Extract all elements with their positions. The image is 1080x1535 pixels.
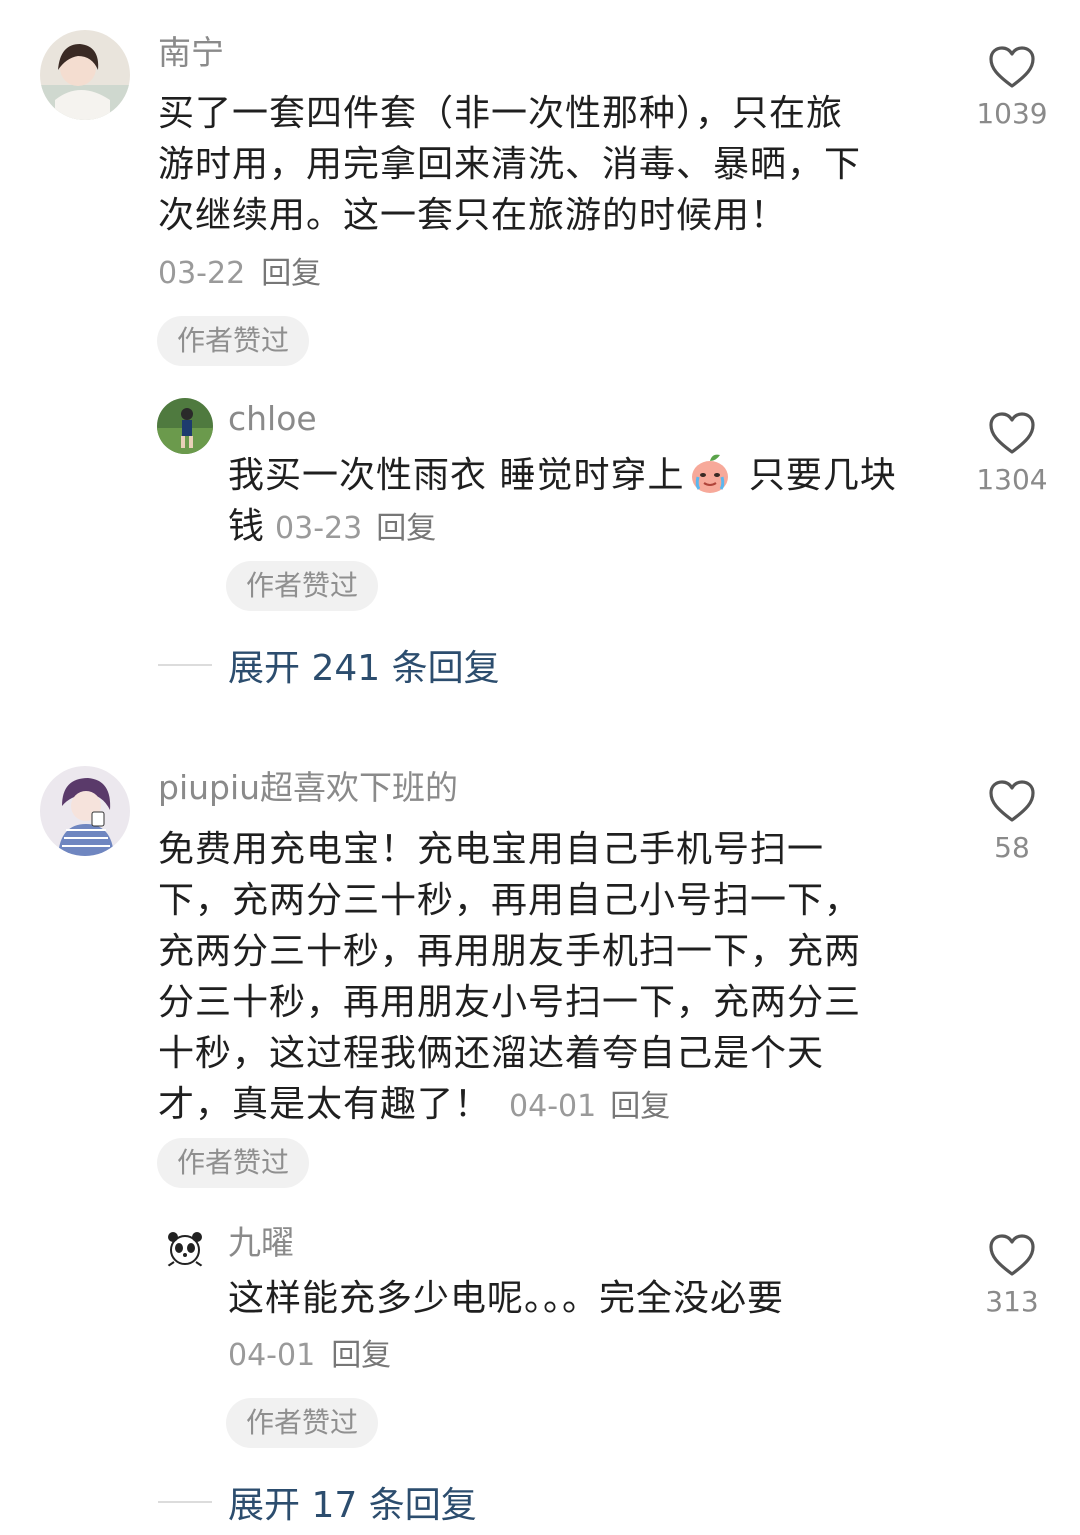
- comment-text-line: 十秒，这过程我俩还溜达着夸自己是个天: [158, 1033, 825, 1074]
- comment-text-line: 分三十秒，再用朋友小号扫一下，充两分三: [158, 982, 862, 1023]
- comment-date: 04-01: [509, 1089, 597, 1124]
- expand-replies-label: 展开 17 条回复: [228, 1485, 477, 1526]
- reply-username[interactable]: chloe: [228, 402, 317, 435]
- reply-text-part: 只要几块: [736, 455, 897, 496]
- like-count: 58: [994, 831, 1030, 864]
- like-button[interactable]: 1039: [952, 44, 1072, 128]
- comment-text-line: 充两分三十秒，再用朋友手机扫一下，充两: [158, 931, 862, 972]
- avatar[interactable]: [157, 398, 213, 454]
- author-liked-badge: 作者赞过: [226, 561, 379, 611]
- author-liked-badge: 作者赞过: [157, 316, 310, 366]
- like-button[interactable]: 313: [952, 1232, 1072, 1316]
- crying-peach-emoji-icon: [692, 454, 729, 493]
- reply-text-line: 这样能充多少电呢。。。完全没必要: [228, 1278, 785, 1319]
- like-count: 1304: [976, 463, 1048, 496]
- divider: [158, 664, 212, 666]
- avatar[interactable]: [160, 1222, 210, 1272]
- comment-text-line: 才，真是太有趣了！: [158, 1084, 492, 1125]
- comment-text: 免费用充电宝！充电宝用自己手机号扫一 下，充两分三十秒，再用自己小号扫一下， 充…: [158, 824, 938, 1132]
- comment-text-line: 买了一套四件套（非一次性那种），只在旅: [158, 93, 844, 134]
- expand-replies-label: 展开 241 条回复: [228, 648, 500, 689]
- reply-button[interactable]: 回复: [261, 256, 321, 291]
- reply-date: 04-01: [228, 1338, 316, 1373]
- reply-text: 我买一次性雨衣 睡觉时穿上 只要几块 钱 03-23 回复: [228, 450, 948, 554]
- comment-meta: 03-22 回复: [158, 259, 321, 289]
- comment-date: 03-22: [158, 256, 246, 291]
- heart-outline-icon: [989, 46, 1035, 88]
- comment-text-line: 下，充两分三十秒，再用自己小号扫一下，: [158, 880, 862, 921]
- comment-text-line: 游时用，用完拿回来清洗、消毒、暴晒，下: [158, 144, 862, 185]
- comment-username[interactable]: piupiu超喜欢下班的: [158, 771, 458, 804]
- expand-replies-button[interactable]: 展开 17 条回复: [158, 1477, 477, 1527]
- like-count: 1039: [976, 97, 1048, 130]
- reply-date: 03-23: [275, 511, 363, 546]
- reply-username[interactable]: 九曜: [228, 1226, 294, 1259]
- comment-list: 南宁 买了一套四件套（非一次性那种），只在旅 游时用，用完拿回来清洗、消毒、暴晒…: [0, 0, 1080, 1535]
- expand-replies-button[interactable]: 展开 241 条回复: [158, 640, 500, 690]
- heart-outline-icon: [989, 412, 1035, 454]
- reply-text-part: 钱: [228, 506, 266, 547]
- comment-username[interactable]: 南宁: [158, 36, 224, 69]
- reply-button[interactable]: 回复: [331, 1338, 391, 1373]
- heart-outline-icon: [989, 780, 1035, 822]
- comment-text: 买了一套四件套（非一次性那种），只在旅 游时用，用完拿回来清洗、消毒、暴晒，下 …: [158, 88, 938, 241]
- comment-text-line: 免费用充电宝！充电宝用自己手机号扫一: [158, 829, 825, 870]
- reply-button[interactable]: 回复: [376, 511, 436, 546]
- reply-text-part: 我买一次性雨衣 睡觉时穿上: [228, 455, 685, 496]
- reply-button[interactable]: 回复: [610, 1089, 670, 1124]
- reply-text: 这样能充多少电呢。。。完全没必要: [228, 1273, 948, 1324]
- like-button[interactable]: 58: [952, 778, 1072, 862]
- avatar[interactable]: [40, 766, 130, 856]
- comment-text-line: 次继续用。这一套只在旅游的时候用！: [158, 195, 788, 236]
- reply-meta: 04-01 回复: [228, 1341, 391, 1371]
- avatar[interactable]: [40, 30, 130, 120]
- author-liked-badge: 作者赞过: [226, 1398, 379, 1448]
- like-button[interactable]: 1304: [952, 410, 1072, 494]
- like-count: 313: [985, 1285, 1039, 1318]
- author-liked-badge: 作者赞过: [157, 1138, 310, 1188]
- divider: [158, 1501, 212, 1503]
- heart-outline-icon: [989, 1234, 1035, 1276]
